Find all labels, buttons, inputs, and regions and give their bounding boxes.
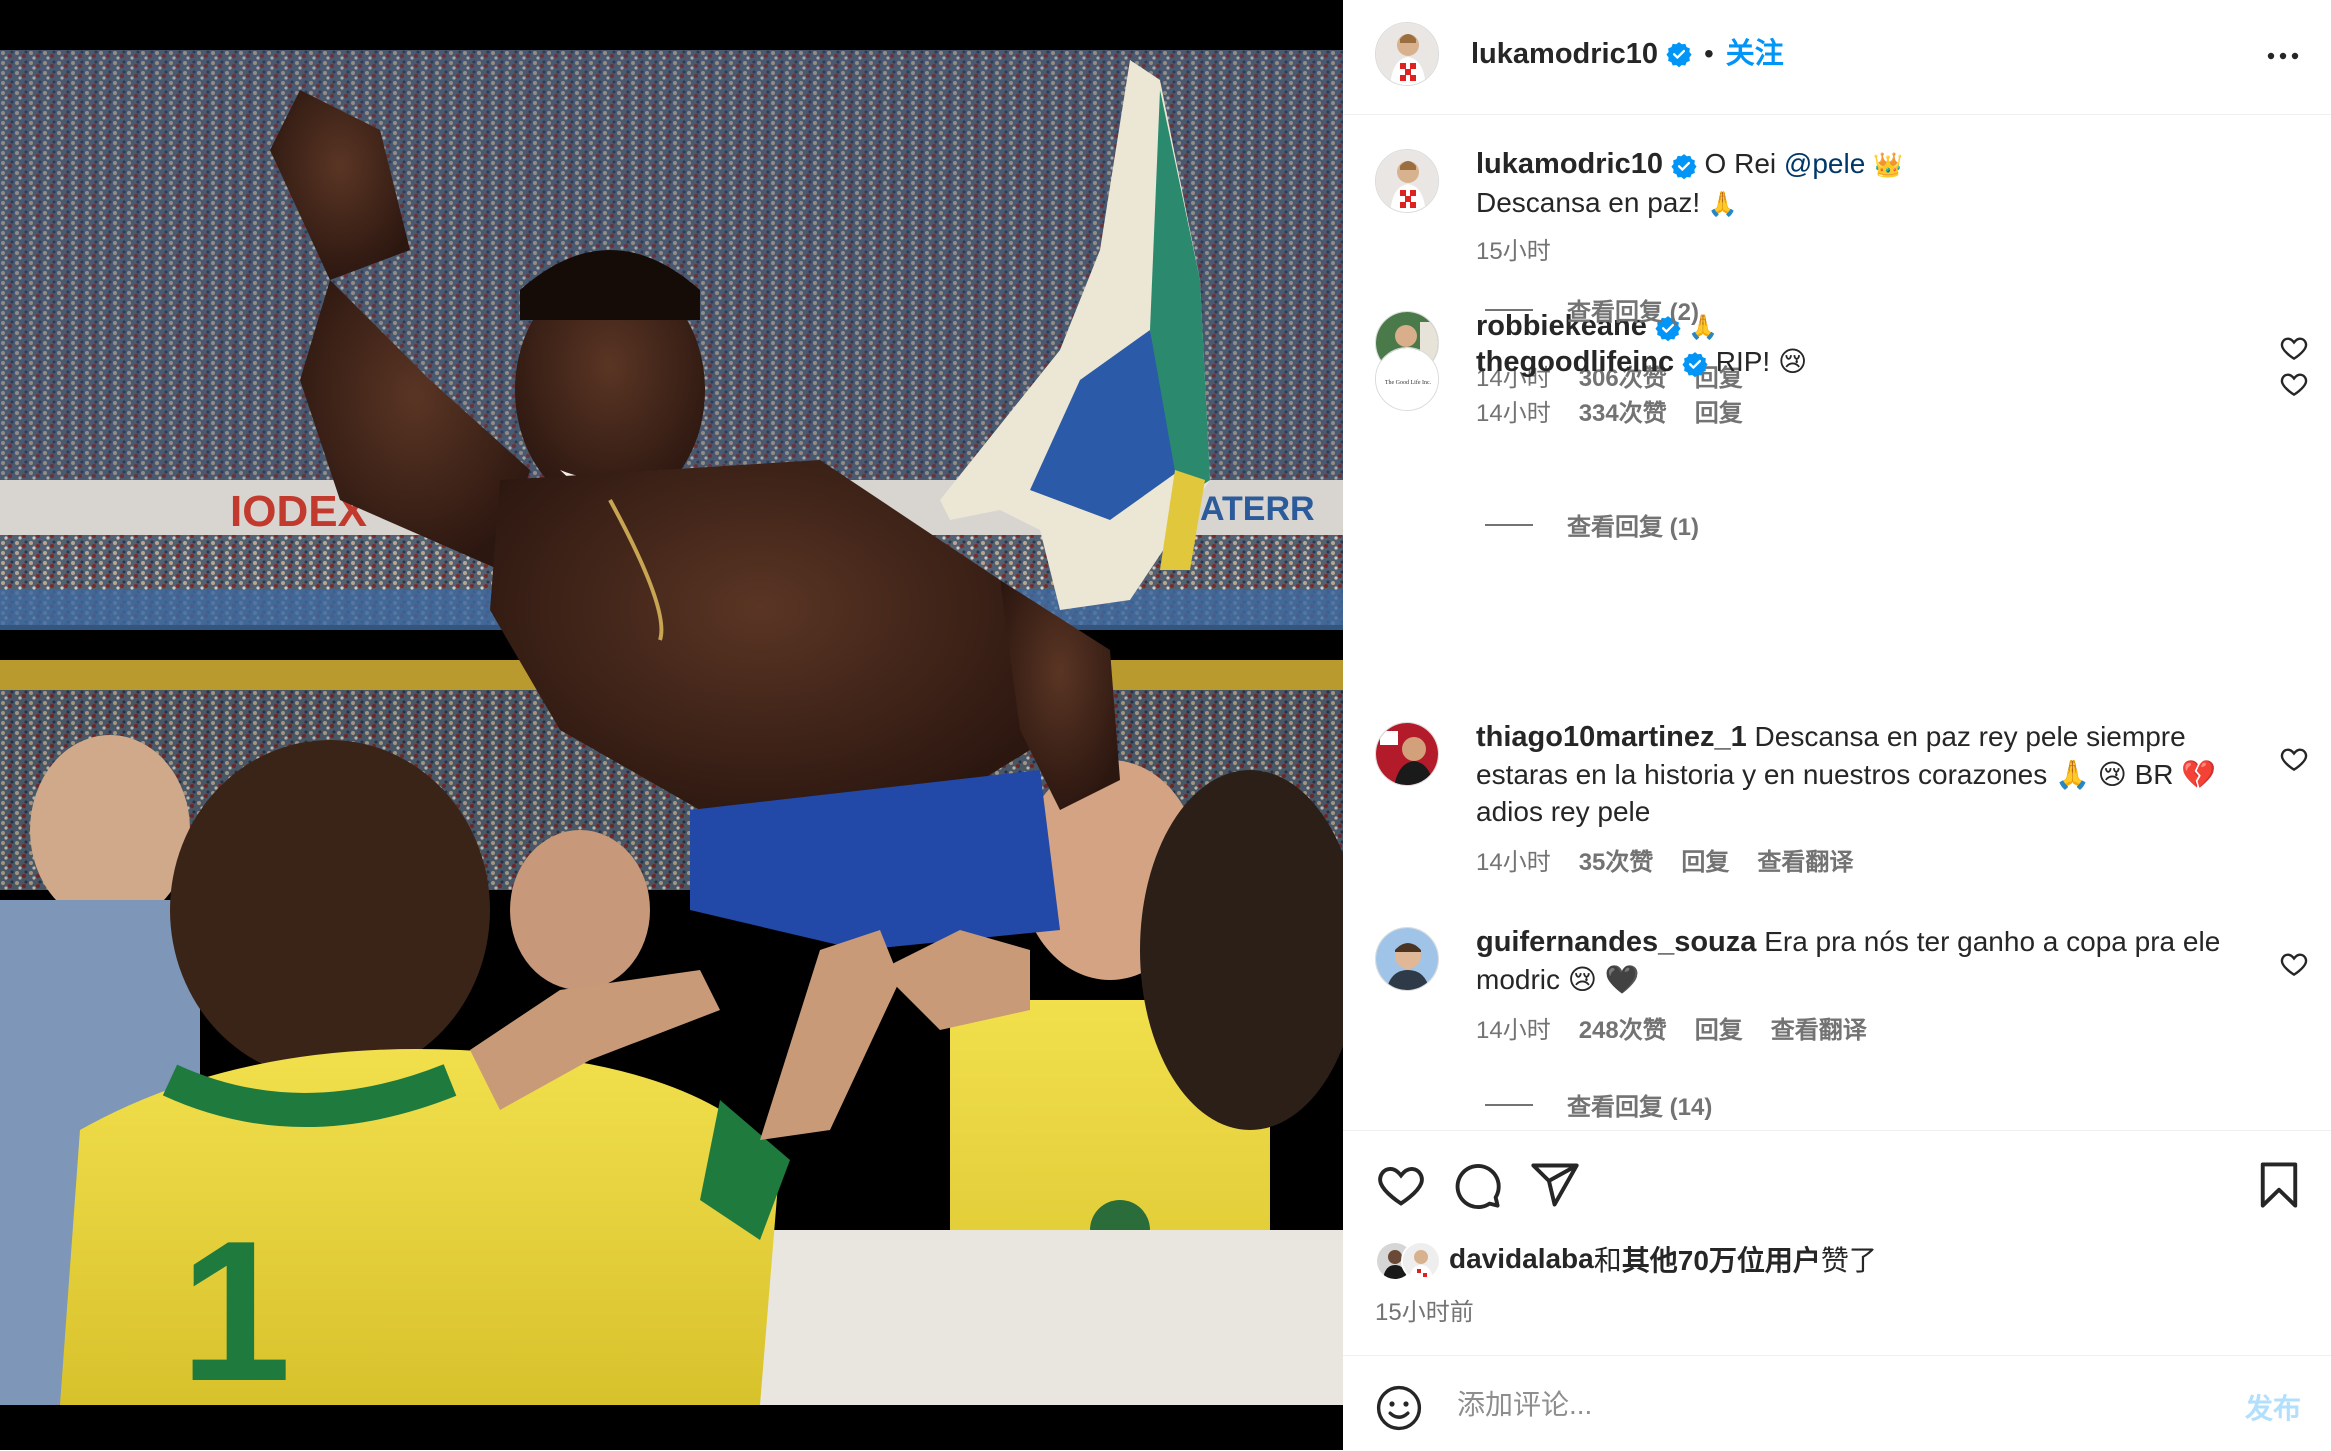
banner-text-right: ATERR <box>1200 490 1315 528</box>
bookmark-icon[interactable] <box>2253 1159 2305 1211</box>
comment-like-heart-icon[interactable] <box>2279 744 2309 774</box>
comment-username[interactable]: thiago10martinez_1 <box>1476 721 1747 753</box>
comment-likes[interactable]: 334次赞 <box>1579 395 1667 432</box>
separator-dot: • <box>1703 38 1714 69</box>
reply-button[interactable]: 回复 <box>1695 1012 1743 1049</box>
comment-username[interactable]: guifernandes_souza <box>1476 926 1756 958</box>
verified-icon <box>1666 42 1692 67</box>
view-replies-button[interactable]: 查看回复 (1) <box>1485 507 1699 542</box>
comment-like-heart-icon[interactable] <box>2279 949 2309 979</box>
liked-by-line: davidalaba 和 其他70万位用户 赞了 <box>1375 1234 1877 1284</box>
reply-button[interactable]: 回复 <box>1695 395 1743 432</box>
comment-text: RIP! 😢 <box>1715 346 1808 377</box>
comment-input[interactable] <box>1455 1378 2179 1432</box>
caption-text: O Rei <box>1704 148 1777 179</box>
like-heart-icon[interactable] <box>1375 1159 1427 1211</box>
comment-avatar[interactable] <box>1375 722 1439 786</box>
caption-body: lukamodric10 O Rei @pele 👑 Descansa en p… <box>1476 145 2256 270</box>
comment-icon[interactable] <box>1451 1159 1503 1211</box>
comment-body: thiago10martinez_1 Descansa en paz rey p… <box>1476 718 2256 881</box>
post-timestamp[interactable]: 15小时前 <box>1375 1292 1474 1327</box>
comment-time[interactable]: 14小时 <box>1476 395 1551 432</box>
translate-button[interactable]: 查看翻译 <box>1757 844 1853 881</box>
header-user-line: lukamodric10 • 关注 <box>1471 36 1784 72</box>
more-icon <box>2267 52 2299 60</box>
translate-button[interactable]: 查看翻译 <box>1771 1012 1867 1049</box>
post-media: IODEX ATERR 1 <box>0 0 1343 1450</box>
view-replies-label: 查看回复 (1) <box>1567 514 1699 541</box>
share-icon[interactable] <box>1529 1159 1581 1211</box>
comment-likes[interactable]: 35次赞 <box>1579 844 1654 881</box>
post-header: lukamodric10 • 关注 <box>1343 0 2331 115</box>
caption-time[interactable]: 15小时 <box>1476 233 1551 270</box>
post-side-panel: lukamodric10 • 关注 lukamodric10 O Rei @pe… <box>1343 0 2331 1450</box>
comment-time[interactable]: 14小时 <box>1476 844 1551 881</box>
mention-link[interactable]: @pele <box>1784 148 1865 179</box>
comment-time[interactable]: 14小时 <box>1476 1012 1551 1049</box>
comment-body: thegoodlifeinc RIP! 😢 14小时 334次赞 回复 <box>1476 343 2256 432</box>
replies-line <box>1485 523 1533 526</box>
liked-by-suffix: 赞了 <box>1820 1245 1877 1276</box>
view-replies-label: 查看回复 (2) <box>1567 299 1699 326</box>
comment-avatar[interactable] <box>1375 927 1439 991</box>
verified-icon <box>1682 351 1708 377</box>
follow-button[interactable]: 关注 <box>1726 36 1784 72</box>
comment-like-heart-icon[interactable] <box>2279 333 2309 363</box>
comments-list[interactable]: lukamodric10 O Rei @pele 👑 Descansa en p… <box>1343 115 2331 1130</box>
more-options-button[interactable] <box>2263 36 2303 76</box>
reply-button[interactable]: 回复 <box>1681 844 1729 881</box>
post-comment-button[interactable]: 发布 <box>2239 1386 2307 1428</box>
liker-username[interactable]: davidalaba <box>1449 1243 1594 1275</box>
author-avatar[interactable] <box>1375 22 1439 86</box>
caption-avatar[interactable] <box>1375 149 1439 213</box>
view-replies-label: 查看回复 (14) <box>1567 1094 1713 1121</box>
liked-by-conj: 和 <box>1593 1245 1622 1276</box>
likes-others-count[interactable]: 其他70万位用户 <box>1622 1239 1821 1279</box>
jersey-number: 1 <box>180 1200 291 1405</box>
avatar-brand-text: The Good Life Inc. <box>1385 379 1432 386</box>
liker-avatars[interactable] <box>1375 1237 1441 1281</box>
author-username[interactable]: lukamodric10 <box>1471 36 1658 72</box>
view-replies-button[interactable]: 查看回复 (2) <box>1485 292 1699 327</box>
emoji-icon[interactable] <box>1375 1384 1423 1432</box>
replies-line <box>1485 308 1533 311</box>
action-bar <box>1343 1130 2331 1231</box>
crown-emoji: 👑 <box>1873 152 1903 179</box>
comment-composer: 发布 <box>1343 1355 2331 1451</box>
verified-icon <box>1671 153 1697 179</box>
view-replies-button[interactable]: 查看回复 (14) <box>1485 1087 1712 1122</box>
comment-avatar[interactable]: The Good Life Inc. <box>1375 347 1439 411</box>
comment-body: guifernandes_souza Era pra nós ter ganho… <box>1476 923 2256 1049</box>
replies-line <box>1485 1103 1533 1106</box>
liker-avatar <box>1401 1241 1441 1281</box>
comment-like-heart-icon[interactable] <box>2279 369 2309 399</box>
caption-line2: Descansa en paz! <box>1476 187 1701 218</box>
caption-username[interactable]: lukamodric10 <box>1476 148 1663 180</box>
comment-username[interactable]: thegoodlifeinc <box>1476 346 1674 378</box>
pray-emoji: 🙏 <box>1707 191 1738 218</box>
post-photo[interactable]: IODEX ATERR 1 <box>0 50 1343 1405</box>
comment-likes[interactable]: 248次赞 <box>1579 1012 1667 1049</box>
